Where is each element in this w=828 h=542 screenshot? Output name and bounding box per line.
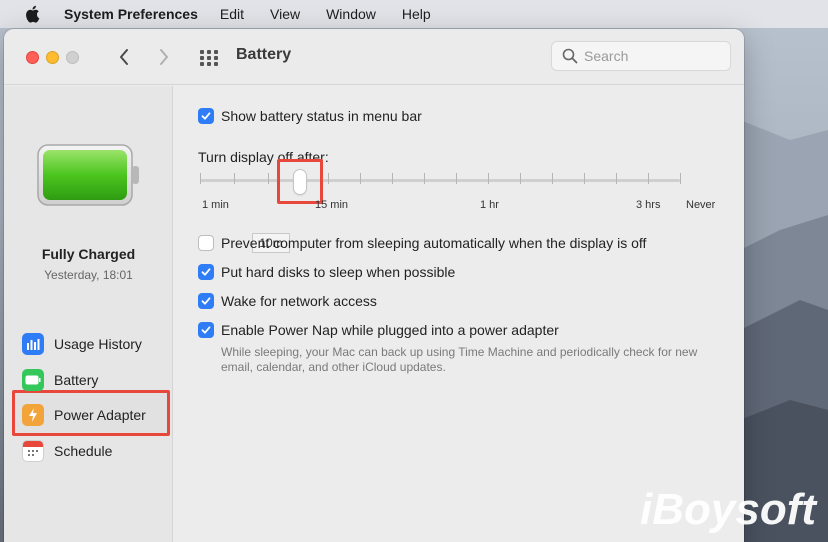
sidebar-item-power-adapter[interactable]: Power Adapter (22, 402, 146, 428)
slider-tick (200, 173, 201, 184)
slider-tick (648, 173, 649, 184)
prevent-sleep-row: Prevent computer from sleeping automatic… (198, 235, 646, 251)
prevent-sleep-label: Prevent computer from sleeping automatic… (221, 235, 647, 251)
search-field[interactable] (551, 41, 731, 71)
minimize-button[interactable] (46, 51, 59, 64)
show-battery-status-label: Show battery status in menu bar (221, 108, 422, 124)
power-nap-label: Enable Power Nap while plugged into a po… (221, 322, 559, 338)
slider-tick (456, 173, 457, 184)
wake-network-row: Wake for network access (198, 293, 377, 309)
checkmark-icon (201, 326, 211, 334)
slider-tick (392, 173, 393, 184)
sidebar-item-label: Usage History (54, 336, 142, 352)
sidebar-item-label: Schedule (54, 443, 113, 459)
sidebar-item-label: Power Adapter (54, 407, 146, 423)
checkmark-icon (201, 297, 211, 305)
preferences-window: Battery Fully Charged Yesterday, 18:01 (4, 29, 744, 542)
hard-disks-sleep-checkbox[interactable] (198, 264, 214, 280)
checkmark-icon (201, 268, 211, 276)
chevron-right-icon (160, 49, 168, 65)
slider-tick (328, 173, 329, 184)
show-battery-status-row: Show battery status in menu bar (198, 108, 422, 124)
slider-tick (680, 173, 681, 184)
show-battery-status-checkbox[interactable] (198, 108, 214, 124)
menu-bar: System Preferences Edit View Window Help (0, 0, 828, 28)
menu-window[interactable]: Window (326, 6, 376, 22)
chart-bars-icon (22, 333, 44, 355)
slider-tick (488, 173, 489, 184)
calendar-icon (22, 440, 44, 462)
search-icon (562, 48, 578, 64)
tick-label-3-hrs: 3 hrs (636, 199, 661, 211)
sidebar: Fully Charged Yesterday, 18:01 Usage His… (4, 86, 173, 542)
battery-icon (22, 369, 44, 391)
chevron-left-icon (120, 49, 128, 65)
battery-status-icon (37, 144, 139, 206)
power-nap-checkbox[interactable] (198, 322, 214, 338)
sidebar-item-battery[interactable]: Battery (22, 367, 98, 393)
settings-panel: Show battery status in menu bar Turn dis… (174, 86, 744, 542)
checkmark-icon (201, 112, 211, 120)
battery-status-title: Fully Charged (41, 246, 136, 262)
wake-network-checkbox[interactable] (198, 293, 214, 309)
watermark-logo: iBoysoft (640, 485, 818, 534)
battery-fill (43, 150, 127, 200)
menu-app-name[interactable]: System Preferences (64, 6, 198, 22)
menu-view[interactable]: View (270, 6, 300, 22)
knob-highlight-box (277, 159, 323, 204)
power-nap-row: Enable Power Nap while plugged into a po… (198, 322, 559, 338)
zoom-button[interactable] (66, 51, 79, 64)
menu-edit[interactable]: Edit (220, 6, 244, 22)
wake-network-label: Wake for network access (221, 293, 377, 309)
forward-button[interactable] (152, 45, 176, 69)
show-all-grid-icon[interactable] (198, 47, 220, 69)
tick-label-never: Never (686, 199, 716, 211)
hard-disks-sleep-label: Put hard disks to sleep when possible (221, 264, 456, 280)
close-button[interactable] (26, 51, 39, 64)
menu-help[interactable]: Help (402, 6, 431, 22)
slider-tick (268, 173, 269, 184)
prevent-sleep-checkbox[interactable] (198, 235, 214, 251)
title-bar: Battery (4, 29, 744, 85)
search-input[interactable] (584, 48, 714, 64)
svg-text:iBoysoft: iBoysoft (640, 485, 818, 534)
sidebar-item-usage-history[interactable]: Usage History (22, 331, 142, 357)
power-nap-description: While sleeping, your Mac can back up usi… (221, 345, 698, 374)
slider-tick (520, 173, 521, 184)
slider-tick (616, 173, 617, 184)
back-button[interactable] (112, 45, 136, 69)
tick-label-1-hr: 1 hr (480, 199, 499, 211)
window-title: Battery (236, 46, 292, 63)
tick-label-1-min: 1 min (202, 199, 229, 211)
display-off-slider-track[interactable] (200, 179, 680, 182)
apple-menu-icon[interactable] (24, 5, 44, 23)
slider-tick (234, 173, 235, 184)
slider-tick (552, 173, 553, 184)
sidebar-item-label: Battery (54, 372, 99, 388)
bolt-icon (22, 404, 44, 426)
hard-disks-sleep-row: Put hard disks to sleep when possible (198, 264, 455, 280)
slider-tick (424, 173, 425, 184)
slider-tick (360, 173, 361, 184)
slider-tick (584, 173, 585, 184)
tick-label-15-min: 15 min (315, 199, 349, 211)
battery-status-time: Yesterday, 18:01 (44, 268, 133, 282)
sidebar-item-schedule[interactable]: Schedule (22, 438, 112, 464)
